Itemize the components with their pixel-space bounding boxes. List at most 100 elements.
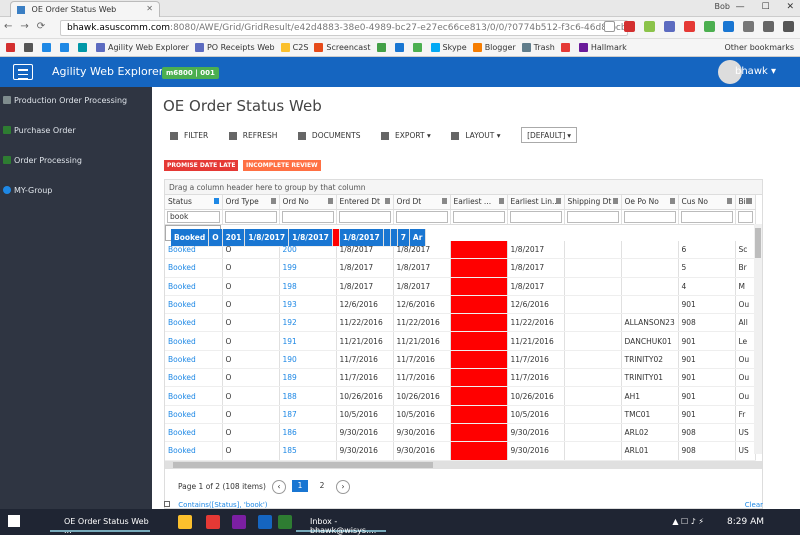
star-icon[interactable] xyxy=(604,21,616,32)
forward-icon[interactable]: → xyxy=(20,21,28,32)
bookmark-item[interactable] xyxy=(376,43,389,52)
cast-icon[interactable] xyxy=(763,21,775,32)
group-panel[interactable]: Drag a column header here to group by th… xyxy=(165,180,762,195)
filter-icon[interactable] xyxy=(327,198,333,204)
page-1-button[interactable]: 1 xyxy=(292,480,308,492)
vertical-scrollbar[interactable] xyxy=(754,224,762,454)
status-link[interactable]: Booked xyxy=(168,282,196,291)
file-explorer-icon[interactable] xyxy=(178,515,192,529)
column-header[interactable]: Ord Type xyxy=(222,195,280,210)
column-header[interactable]: Ord No xyxy=(279,195,337,210)
close-window-icon[interactable]: ✕ xyxy=(786,2,794,12)
filter-icon[interactable] xyxy=(746,198,752,204)
bookmark-item[interactable]: Hallmark xyxy=(578,43,627,52)
layout-select[interactable]: [DEFAULT] ▾ xyxy=(521,127,578,143)
extension-icon[interactable] xyxy=(643,21,655,32)
status-link[interactable]: Booked xyxy=(168,392,196,401)
bookmark-item[interactable] xyxy=(78,43,90,52)
bookmark-item[interactable]: PO Receipts Web xyxy=(194,43,275,52)
bookmark-item[interactable]: Skype xyxy=(430,43,467,52)
column-header[interactable]: Bil xyxy=(735,195,756,210)
order-link[interactable]: 198 xyxy=(283,282,297,291)
order-link[interactable]: 185 xyxy=(283,446,297,455)
filter-icon[interactable] xyxy=(612,198,618,204)
back-icon[interactable]: ← xyxy=(4,21,12,32)
hamburger-menu-button[interactable] xyxy=(13,64,33,80)
filter-icon[interactable] xyxy=(270,198,276,204)
order-link[interactable]: 190 xyxy=(283,355,297,364)
browser-tab[interactable]: OE Order Status Web ✕ xyxy=(10,1,160,17)
column-filter-input[interactable] xyxy=(338,210,391,223)
menu-icon[interactable] xyxy=(783,21,794,32)
filter-icon[interactable] xyxy=(441,198,447,204)
filter-button[interactable]: FILTER xyxy=(170,131,208,140)
windows-start-icon[interactable] xyxy=(8,515,20,527)
column-header[interactable]: Oe Po No xyxy=(621,195,679,210)
bookmark-item[interactable] xyxy=(394,43,407,52)
sidebar-item-purchase-order[interactable]: Purchase Order xyxy=(0,117,152,147)
column-filter-input[interactable] xyxy=(452,210,505,223)
page-2-button[interactable]: 2 xyxy=(314,480,330,492)
status-link[interactable]: Booked xyxy=(174,233,205,242)
column-header[interactable]: Cus No xyxy=(678,195,736,210)
app-icon[interactable] xyxy=(206,515,220,529)
table-row[interactable]: Booked O 201 1/8/2017 1/8/2017 1/8/2017 7 Ar xyxy=(165,224,427,248)
column-filter-input[interactable] xyxy=(737,210,753,223)
url-input[interactable]: bhawk.asuscomm.com:8080/AWE/Grid/GridRes… xyxy=(60,20,628,36)
app-icon[interactable] xyxy=(232,515,246,529)
bookmark-item[interactable] xyxy=(42,43,54,52)
bookmark-item[interactable] xyxy=(60,43,72,52)
table-row[interactable]: Booked O 186 9/30/2016 9/30/2016 9/30/2016 ARL… xyxy=(165,423,756,443)
column-filter-input[interactable] xyxy=(509,210,562,223)
column-header[interactable]: Earliest ... xyxy=(450,195,508,210)
user-menu[interactable]: bhawk ▾ xyxy=(735,66,776,77)
column-filter-input[interactable] xyxy=(566,210,619,223)
table-row[interactable]: Booked O 199 1/8/2017 1/8/2017 1/8/2017 5 Br xyxy=(165,258,756,278)
column-filter-input[interactable]: book xyxy=(167,210,220,223)
status-link[interactable]: Booked xyxy=(168,263,196,272)
filter-checkbox[interactable] xyxy=(164,501,170,507)
filter-icon[interactable] xyxy=(669,198,675,204)
extension-icon[interactable] xyxy=(743,21,755,32)
bookmark-item[interactable] xyxy=(24,43,36,52)
status-link[interactable]: Booked xyxy=(168,300,196,309)
table-row[interactable]: Booked O 187 10/5/2016 10/5/2016 10/5/2016 TMC… xyxy=(165,405,756,424)
bookmark-item[interactable]: Blogger xyxy=(472,43,516,52)
table-row[interactable]: Booked O 198 1/8/2017 1/8/2017 1/8/2017 4 M xyxy=(165,277,756,296)
minimize-icon[interactable]: — xyxy=(736,2,745,12)
clock[interactable]: 8:29 AM xyxy=(727,517,764,527)
filter-icon[interactable] xyxy=(498,198,504,204)
column-filter-input[interactable] xyxy=(395,210,448,223)
other-bookmarks[interactable]: Other bookmarks xyxy=(724,43,794,52)
order-link[interactable]: 199 xyxy=(283,263,297,272)
extension-icon[interactable] xyxy=(683,21,695,32)
status-link[interactable]: Booked xyxy=(168,245,196,254)
sidebar-item-order-processing[interactable]: Order Processing xyxy=(0,147,152,177)
status-link[interactable]: Booked xyxy=(168,337,196,346)
sidebar-item-my-group[interactable]: MY-Group xyxy=(0,177,152,207)
bookmark-item[interactable]: Agility Web Explorer xyxy=(96,43,189,52)
excel-icon[interactable] xyxy=(278,515,292,529)
order-link[interactable]: 192 xyxy=(283,318,297,327)
extension-icon[interactable] xyxy=(723,21,735,32)
filter-icon[interactable] xyxy=(555,198,561,204)
table-row[interactable]: Booked O 185 9/30/2016 9/30/2016 9/30/2016 ARL… xyxy=(165,441,756,461)
status-link[interactable]: Booked xyxy=(168,355,196,364)
status-link[interactable]: Booked xyxy=(168,318,196,327)
bookmark-item[interactable]: Trash xyxy=(521,43,555,52)
order-link[interactable]: 193 xyxy=(283,300,297,309)
layout-button[interactable]: LAYOUT ▾ xyxy=(451,131,501,140)
order-link[interactable]: 200 xyxy=(283,245,297,254)
table-row[interactable]: Booked O 188 10/26/2016 10/26/2016 10/26/2016… xyxy=(165,386,756,406)
column-header[interactable]: Shipping Dt xyxy=(564,195,622,210)
prev-page-icon[interactable]: ‹ xyxy=(272,480,286,494)
column-header[interactable]: Ord Dt xyxy=(393,195,451,210)
bookmark-item[interactable] xyxy=(412,43,425,52)
bookmark-item[interactable] xyxy=(6,43,18,52)
status-link[interactable]: Booked xyxy=(168,373,196,382)
system-tray[interactable]: ▲ ☐ ♪ ⚡ xyxy=(672,517,704,526)
table-row[interactable]: Booked O 193 12/6/2016 12/6/2016 12/6/2016 901… xyxy=(165,295,756,315)
column-filter-input[interactable] xyxy=(623,210,676,223)
taskbar-outlook-app[interactable]: Inbox - bhawk@wisys.... xyxy=(296,512,386,535)
refresh-button[interactable]: REFRESH xyxy=(228,131,277,140)
